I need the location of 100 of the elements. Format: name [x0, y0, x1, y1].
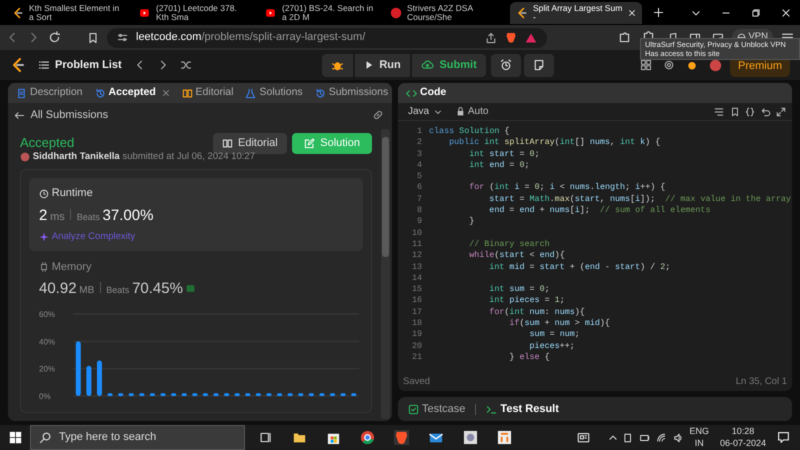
code-line: int end = 0; — [468, 160, 530, 172]
chevron-up-icon[interactable] — [608, 432, 618, 442]
language-dropdown[interactable]: Java — [404, 104, 446, 119]
code-line: int sum = 0; — [488, 284, 550, 296]
back-arrow-icon[interactable] — [14, 110, 25, 120]
browser-tab[interactable]: Split Array Largest Sum - — [510, 2, 642, 24]
chart-bar[interactable] — [340, 394, 346, 396]
chart-bar[interactable] — [330, 394, 336, 396]
chart-bar[interactable] — [128, 394, 134, 396]
wifi-icon[interactable] — [656, 432, 668, 442]
browser-tab[interactable]: Kth Smallest Element in a Sort — [6, 2, 130, 24]
grid-icon[interactable] — [640, 59, 652, 71]
logo-icon[interactable] — [10, 57, 26, 73]
note-button[interactable] — [524, 54, 554, 76]
problem-list-button[interactable]: Problem List — [34, 56, 126, 74]
panel-tab[interactable]: Solutions — [241, 85, 307, 101]
undo-icon[interactable] — [760, 106, 770, 116]
chart-bar[interactable] — [139, 394, 144, 396]
panel-tab[interactable]: Test Result — [482, 400, 563, 418]
chart-bar[interactable] — [256, 394, 261, 396]
news-icon[interactable] — [576, 432, 592, 444]
format-icon[interactable] — [714, 106, 724, 116]
line-number: 19 — [410, 329, 422, 341]
chart-bar[interactable] — [298, 394, 304, 396]
status-text: Accepted — [20, 134, 76, 152]
chart-bar[interactable] — [288, 394, 293, 396]
chart-bar[interactable] — [351, 394, 356, 396]
cursor-position: Ln 35, Col 1 — [736, 374, 787, 389]
editorial-button[interactable]: Editorial — [212, 132, 287, 154]
chart-bar[interactable] — [182, 394, 187, 396]
expand-icon[interactable] — [776, 106, 786, 116]
avatar-icon — [20, 152, 30, 162]
axis-label: 40% — [39, 338, 56, 347]
chart-bar[interactable] — [108, 394, 113, 396]
mail-icon[interactable] — [428, 430, 444, 444]
braces-icon[interactable] — [745, 106, 755, 116]
triangle-icon[interactable] — [525, 32, 537, 44]
panel-tab[interactable]: Editorial — [178, 85, 238, 101]
chart-bar[interactable] — [202, 394, 208, 396]
scrollbar[interactable] — [381, 129, 390, 419]
speaker-icon[interactable] — [672, 432, 684, 442]
browser-tab[interactable]: (2701) BS-24. Search in a 2D M — [258, 2, 382, 24]
chart-bar[interactable] — [118, 394, 124, 396]
all-submissions-link[interactable]: All Submissions — [30, 106, 108, 124]
chart-bar[interactable] — [214, 394, 218, 396]
chart-bar[interactable] — [150, 394, 155, 396]
shuffle-icon[interactable] — [180, 59, 192, 71]
panel-tab[interactable]: Testcase — [404, 400, 470, 418]
code-line: sum = num; — [528, 329, 580, 341]
line-number: 10 — [410, 228, 422, 239]
language-indicator[interactable]: ENG IN — [689, 426, 709, 449]
address-field[interactable]: leetcode.com/problems/split-array-largest-sum/ — [107, 28, 547, 48]
panel-tab[interactable]: Accepted — [90, 85, 174, 101]
windows-icon[interactable] — [8, 431, 22, 444]
runtime-value: 2 — [39, 206, 48, 226]
chart-bar[interactable] — [160, 394, 166, 396]
extension-icon[interactable] — [618, 31, 631, 44]
panel-tab[interactable]: Description — [12, 85, 87, 101]
bookmark-icon[interactable] — [87, 32, 99, 44]
submit-button[interactable]: Submit — [412, 54, 486, 76]
search-field[interactable]: Type here to search — [30, 425, 245, 450]
folder-icon[interactable] — [292, 431, 307, 444]
chart-bar[interactable] — [319, 394, 324, 396]
browser-tab[interactable]: (2701) Leetcode 378. Kth Sma — [132, 2, 256, 24]
mode-label[interactable]: Auto — [468, 104, 488, 119]
chart-bar[interactable] — [234, 394, 240, 396]
app-icon[interactable] — [497, 430, 512, 445]
task-view-icon[interactable] — [259, 431, 273, 444]
app-icon[interactable] — [463, 430, 478, 445]
link-icon[interactable] — [372, 109, 384, 121]
panel-tab[interactable]: Submissions — [310, 85, 392, 101]
chart-bar[interactable] — [76, 342, 81, 396]
chrome-icon[interactable] — [360, 430, 375, 445]
alarm-button[interactable] — [491, 54, 522, 76]
code-line: while(start < end){ — [468, 250, 565, 262]
device-icon[interactable] — [623, 432, 634, 442]
chart-bar[interactable] — [308, 394, 314, 396]
browser-tab[interactable]: Strivers A2Z DSA Course/She — [384, 2, 508, 24]
chart-bar[interactable] — [245, 394, 250, 396]
clock[interactable]: 10:28 06-07-2024 — [720, 426, 766, 449]
play-icon — [364, 60, 374, 70]
share-icon[interactable] — [485, 32, 497, 44]
chart-bar[interactable] — [224, 394, 230, 396]
avatar-icon[interactable] — [708, 58, 722, 72]
chart-bar[interactable] — [171, 394, 176, 396]
bookmark-icon[interactable] — [730, 106, 740, 116]
notification-icon[interactable] — [776, 431, 790, 444]
chart-bar[interactable] — [192, 394, 198, 396]
code-line: for (int i = 0; i < nums.length; i++) { — [468, 182, 666, 194]
debug-button[interactable] — [322, 54, 353, 76]
reload-icon[interactable] — [48, 31, 61, 44]
chart-bar[interactable] — [96, 360, 102, 396]
unit-text: MB — [79, 284, 94, 298]
code-icon — [406, 88, 417, 98]
chart-bar[interactable] — [277, 394, 282, 396]
chart-bar[interactable] — [266, 394, 272, 396]
battery-icon[interactable] — [638, 432, 651, 442]
chart-bar[interactable] — [86, 366, 92, 396]
line-number: 1 — [416, 126, 422, 138]
run-button[interactable]: Run — [355, 54, 410, 76]
